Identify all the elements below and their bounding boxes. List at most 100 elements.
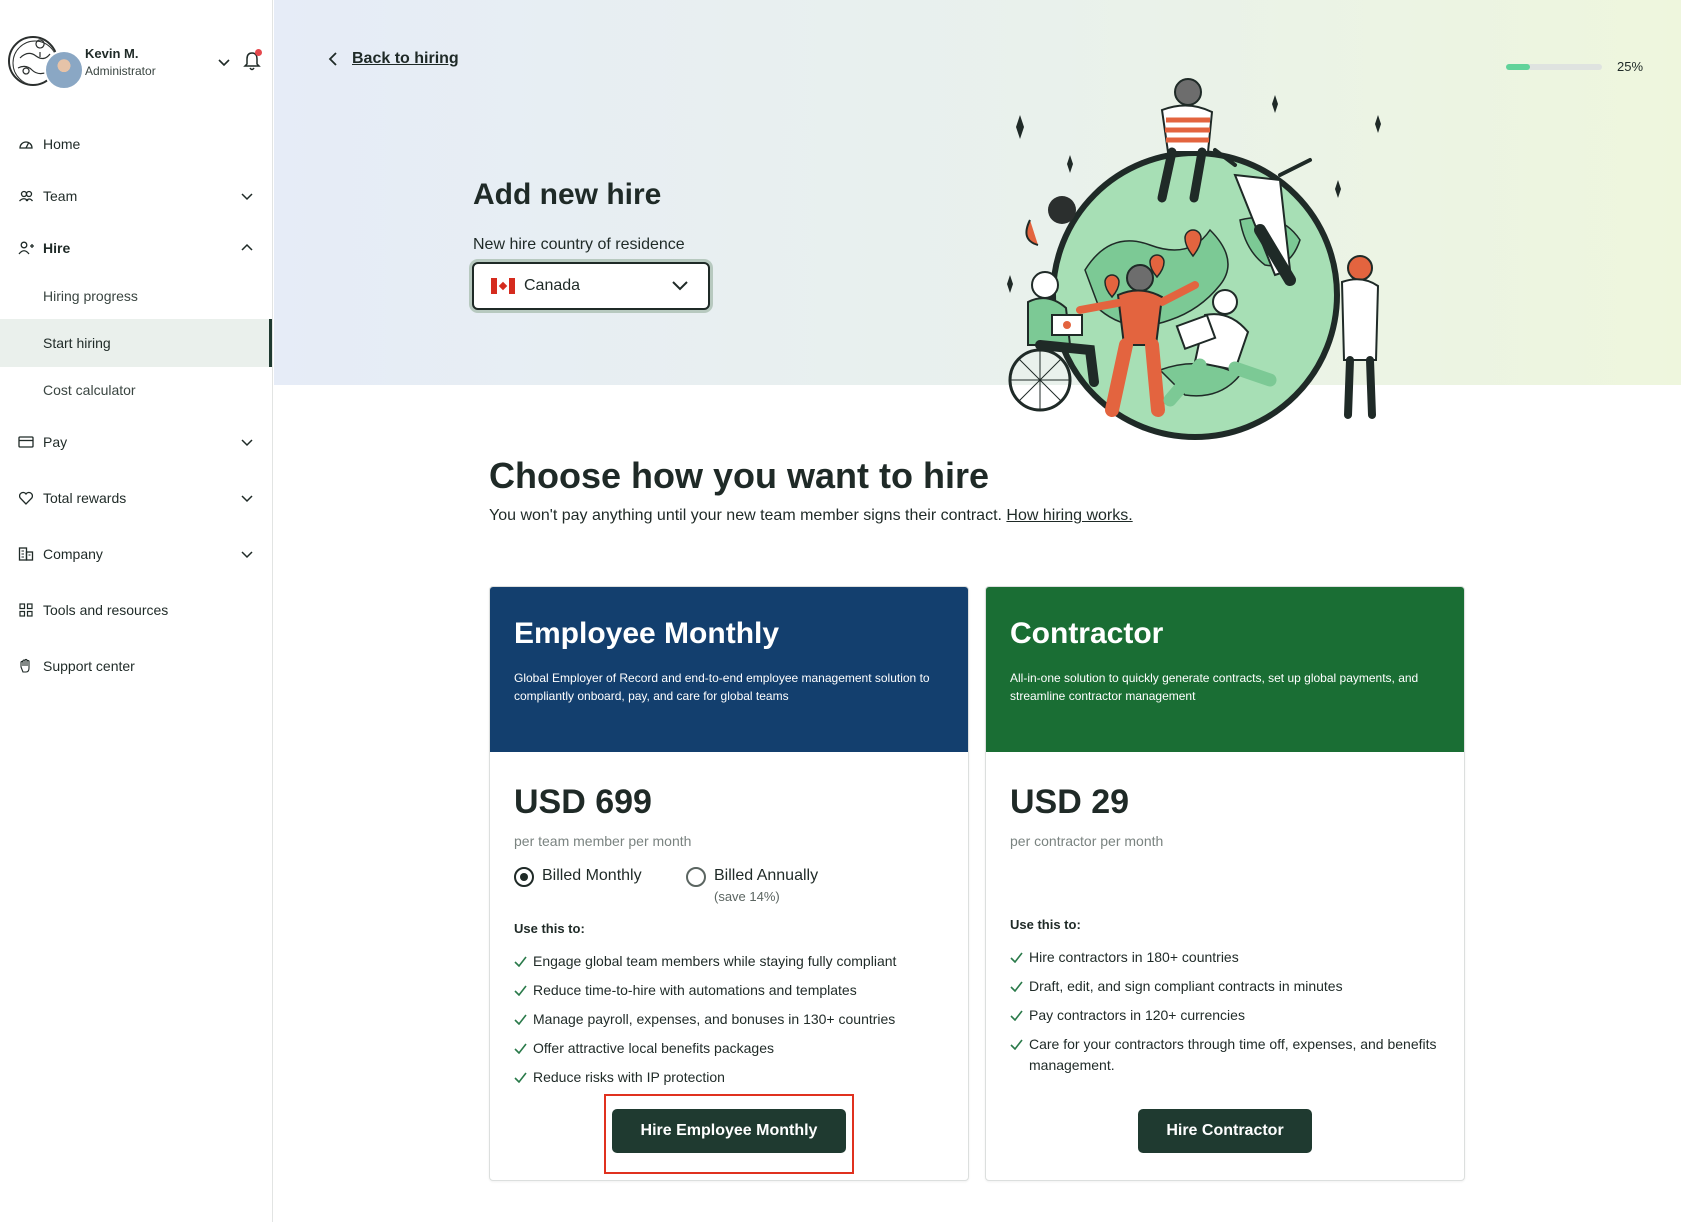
- feature-item: Draft, edit, and sign compliant contract…: [1010, 976, 1440, 997]
- progress-percent: 25%: [1617, 59, 1644, 74]
- sidebar-item-company[interactable]: Company: [0, 530, 272, 578]
- section-subtitle-text: You won't pay anything until your new te…: [489, 507, 1002, 524]
- progress-bar-fill: [1506, 64, 1530, 70]
- country-select[interactable]: Canada: [472, 262, 710, 310]
- sidebar-item-team[interactable]: Team: [0, 172, 272, 220]
- hand-icon: [20, 658, 30, 673]
- billed-annually-radio[interactable]: Billed Annually (save 14%): [686, 867, 818, 904]
- price: USD 699: [514, 783, 652, 821]
- page-title: Add new hire: [473, 178, 662, 211]
- card-title: Employee Monthly: [514, 617, 780, 650]
- sidebar-item-label: Company: [43, 546, 103, 562]
- radio-label: Billed Monthly: [542, 867, 642, 884]
- sidebar-subitem-start-hiring[interactable]: Start hiring: [0, 319, 272, 367]
- price-subtitle: per team member per month: [514, 833, 692, 849]
- card-title: Contractor: [1010, 617, 1164, 650]
- feature-text: Manage payroll, expenses, and bonuses in…: [533, 1011, 896, 1027]
- check-icon: [1010, 1010, 1023, 1021]
- card-description: Global Employer of Record and end-to-end…: [514, 671, 930, 703]
- check-icon: [514, 956, 527, 967]
- sidebar-item-label: Team: [43, 188, 78, 204]
- chevron-down-icon[interactable]: [216, 54, 232, 70]
- card-header: Contractor All-in-one solution to quickl…: [986, 587, 1464, 752]
- radio-label: Billed Annually: [714, 867, 819, 884]
- radio-selected-indicator: [514, 867, 534, 887]
- sidebar-item-hire[interactable]: Hire: [0, 224, 272, 272]
- sidebar-item-total-rewards[interactable]: Total rewards: [0, 474, 272, 522]
- country-select-value: Canada: [524, 277, 581, 294]
- building-icon: [18, 547, 34, 561]
- profile-role: Administrator: [85, 64, 156, 78]
- sidebar-subitem-label: Start hiring: [43, 335, 111, 351]
- radio-unselected-indicator: [686, 867, 706, 887]
- chevron-down-icon: [241, 439, 253, 447]
- billed-monthly-radio[interactable]: Billed Monthly: [514, 867, 642, 887]
- sidebar-subitem-label: Cost calculator: [43, 382, 136, 398]
- feature-text: Care for your contractors through time o…: [1029, 1036, 1437, 1073]
- feature-text: Engage global team members while staying…: [533, 953, 897, 969]
- feature-item: Pay contractors in 120+ currencies: [1010, 1005, 1440, 1026]
- back-to-hiring-label: Back to hiring: [352, 50, 459, 67]
- price: USD 29: [1010, 783, 1130, 821]
- feature-text: Pay contractors in 120+ currencies: [1029, 1007, 1245, 1023]
- feature-item: Offer attractive local benefits packages: [514, 1038, 944, 1059]
- feature-item: Reduce time-to-hire with automations and…: [514, 980, 944, 1001]
- sidebar-item-label: Tools and resources: [43, 602, 169, 618]
- sidebar-item-label: Total rewards: [43, 490, 127, 506]
- feature-list: Hire contractors in 180+ countries Draft…: [1010, 947, 1440, 1084]
- sidebar-subitem-cost-calculator[interactable]: Cost calculator: [0, 366, 272, 414]
- card-header: Employee Monthly Global Employer of Reco…: [490, 587, 968, 752]
- profile-menu[interactable]: Kevin M. Administrator: [8, 36, 266, 90]
- use-this-to-heading: Use this to:: [514, 921, 585, 936]
- sidebar-item-support-center[interactable]: Support center: [0, 642, 272, 690]
- sidebar-item-label: Hire: [43, 240, 71, 256]
- sidebar-item-tools-and-resources[interactable]: Tools and resources: [0, 586, 272, 634]
- how-hiring-works-link[interactable]: How hiring works.: [1006, 507, 1132, 524]
- sidebar-item-label: Home: [43, 136, 81, 152]
- chevron-up-icon: [241, 243, 253, 251]
- highlight-annotation-box: [604, 1094, 854, 1174]
- hero-illustration: [1007, 78, 1381, 440]
- team-icon: [19, 190, 34, 202]
- feature-item: Engage global team members while staying…: [514, 951, 944, 972]
- check-icon: [514, 985, 527, 996]
- use-this-to-heading: Use this to:: [1010, 917, 1081, 932]
- home-gauge-icon: [19, 141, 33, 149]
- canada-flag-icon: [491, 278, 515, 294]
- profile-name: Kevin M.: [85, 46, 139, 61]
- chevron-down-icon: [241, 193, 253, 201]
- feature-text: Draft, edit, and sign compliant contract…: [1029, 978, 1343, 994]
- country-label: New hire country of residence: [473, 236, 685, 253]
- feature-item: Reduce risks with IP protection: [514, 1067, 944, 1088]
- feature-item: Hire contractors in 180+ countries: [1010, 947, 1440, 968]
- feature-text: Hire contractors in 180+ countries: [1029, 949, 1239, 965]
- add-person-icon: [18, 241, 34, 255]
- feature-list: Engage global team members while staying…: [514, 951, 944, 1096]
- feature-text: Reduce risks with IP protection: [533, 1069, 725, 1085]
- feature-text: Reduce time-to-hire with automations and…: [533, 982, 857, 998]
- employee-monthly-card: Employee Monthly Global Employer of Reco…: [489, 586, 969, 1181]
- chevron-down-icon: [672, 281, 688, 291]
- check-icon: [1010, 981, 1023, 992]
- check-icon: [514, 1043, 527, 1054]
- section-title: Choose how you want to hire: [489, 455, 990, 496]
- sidebar-subitem-label: Hiring progress: [43, 288, 138, 304]
- chevron-down-icon: [241, 495, 253, 503]
- check-icon: [514, 1014, 527, 1025]
- card-description: All-in-one solution to quickly generate …: [1010, 671, 1419, 703]
- radio-label-group: Billed Annually (save 14%): [714, 867, 818, 904]
- sidebar-item-label: Pay: [43, 434, 68, 450]
- feature-text: Offer attractive local benefits packages: [533, 1040, 774, 1056]
- sidebar-item-pay[interactable]: Pay: [0, 418, 272, 466]
- check-icon: [514, 1072, 527, 1083]
- feature-item: Manage payroll, expenses, and bonuses in…: [514, 1009, 944, 1030]
- check-icon: [1010, 1039, 1023, 1050]
- sidebar-subitem-hiring-progress[interactable]: Hiring progress: [0, 272, 272, 320]
- sidebar-item-home[interactable]: Home: [0, 120, 272, 168]
- hire-contractor-button[interactable]: Hire Contractor: [1138, 1109, 1312, 1153]
- section-subtitle: You won't pay anything until your new te…: [489, 507, 1133, 525]
- radio-sublabel: (save 14%): [714, 889, 780, 904]
- feature-item: Care for your contractors through time o…: [1010, 1034, 1440, 1076]
- back-to-hiring-link[interactable]: Back to hiring: [326, 50, 459, 68]
- chevron-left-icon: [328, 52, 337, 66]
